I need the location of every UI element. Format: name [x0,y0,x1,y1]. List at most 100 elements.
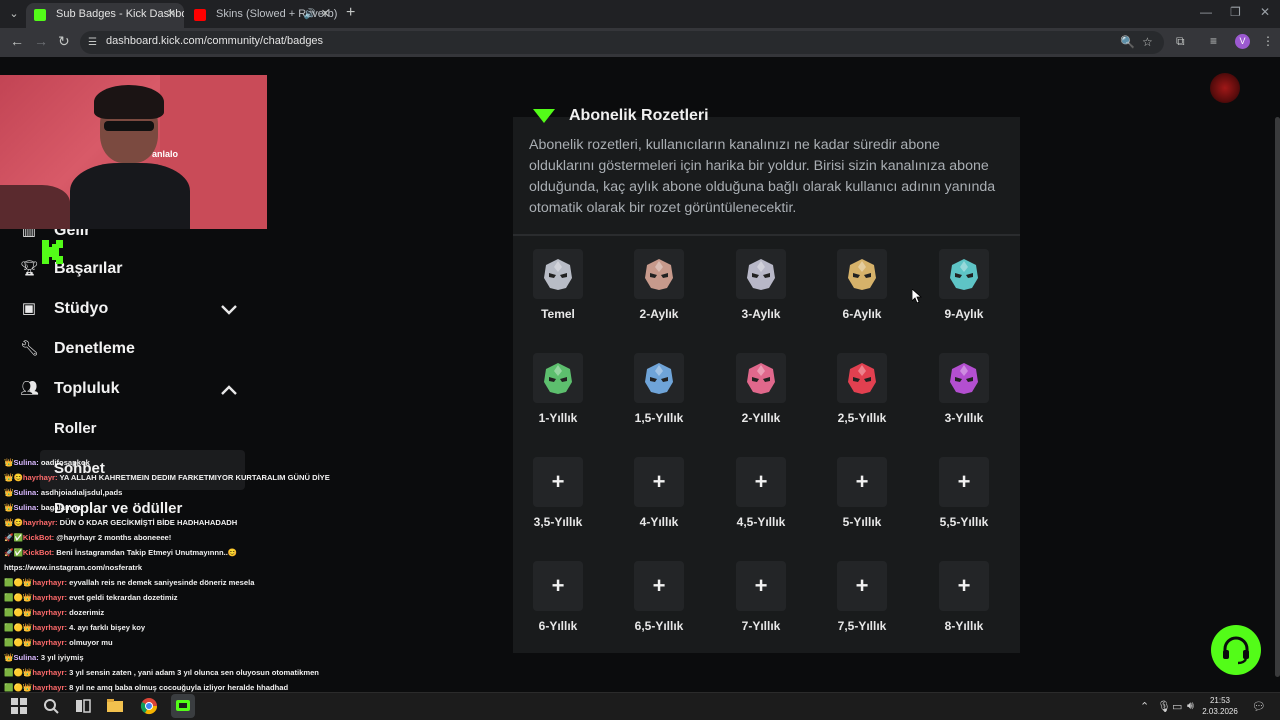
tab-search-icon[interactable]: ⌄ [4,5,24,23]
browser-menu-icon[interactable]: ⋮ [1262,34,1274,48]
minimize-icon[interactable]: — [1200,5,1212,19]
sidebar-item-topluluk[interactable]: 👥︎ Topluluk [20,377,119,401]
add-badge-button[interactable]: + [634,457,684,507]
badge-image[interactable] [634,249,684,299]
badge-slot[interactable]: +4,5-Yıllık [711,457,811,537]
taskbar-clock[interactable]: 21:53 2.03.2026 [1200,695,1240,717]
badge-image[interactable] [939,249,989,299]
page-scrollbar[interactable] [1275,117,1280,677]
add-badge-button[interactable]: + [939,561,989,611]
search-icon[interactable] [42,697,60,715]
badge-slot[interactable]: +8-Yıllık [914,561,1014,641]
badge-slot[interactable]: +7,5-Yıllık [812,561,912,641]
badge-image[interactable] [736,249,786,299]
notifications-icon[interactable]: 💬︎ [1252,700,1266,713]
badge-slot[interactable]: +4-Yıllık [609,457,709,537]
chat-username[interactable]: hayrhayr: [32,683,67,692]
badge-slot[interactable]: +6-Yıllık [508,561,608,641]
badge-slot[interactable]: 3-Aylık [711,249,811,329]
chat-username[interactable]: hayrhayr: [32,578,67,587]
chat-username[interactable]: hayrhayr: [32,668,67,677]
badge-slot[interactable]: 9-Aylık [914,249,1014,329]
badge-slot[interactable]: Temel [508,249,608,329]
badge-image[interactable] [736,353,786,403]
chat-username[interactable]: Sulina: [13,488,38,497]
badge-slot[interactable]: +7-Yıllık [711,561,811,641]
user-avatar[interactable] [1210,73,1240,103]
add-badge-button[interactable]: + [939,457,989,507]
add-badge-button[interactable]: + [837,561,887,611]
badge-slot[interactable]: +3,5-Yıllık [508,457,608,537]
add-badge-button[interactable]: + [736,457,786,507]
microphone-icon[interactable]: 🎙︎ [1157,700,1171,713]
chat-username[interactable]: Sulina: [13,503,38,512]
badge-slot[interactable]: 2,5-Yıllık [812,353,912,433]
network-icon[interactable]: ▭ [1172,700,1182,713]
forward-icon[interactable]: → [34,33,48,49]
badge-slot[interactable]: +5,5-Yıllık [914,457,1014,537]
badge-slot[interactable]: +5-Yıllık [812,457,912,537]
file-explorer-icon[interactable] [106,697,124,715]
badge-slot[interactable]: +6,5-Yıllık [609,561,709,641]
chevron-down-icon[interactable] [220,304,238,316]
support-chat-button[interactable] [1211,625,1261,675]
url-text[interactable]: dashboard.kick.com/community/chat/badges [106,35,323,47]
tray-chevron-icon[interactable]: ⌃ [1140,700,1149,713]
sidebar-item-denetleme[interactable]: 🔧︎ Denetleme [20,337,135,361]
badge-image[interactable] [837,353,887,403]
badge-image[interactable] [533,353,583,403]
new-tab-button[interactable]: + [346,4,355,22]
chat-username[interactable]: hayrhayr: [32,623,67,632]
badge-image[interactable] [533,249,583,299]
badge-slot[interactable]: 2-Aylık [609,249,709,329]
badge-image[interactable] [837,249,887,299]
address-bar[interactable]: ☰ dashboard.kick.com/community/chat/badg… [80,31,1164,54]
sidebar-item-studyo[interactable]: ▣ Stüdyo [20,297,108,321]
chat-message: 👑Sulina: oadjfosapkok [4,457,90,469]
reload-icon[interactable]: ↻ [58,33,70,50]
task-view-icon[interactable] [74,697,92,715]
badge-slot[interactable]: 2-Yıllık [711,353,811,433]
audio-playing-icon[interactable]: 🔊 [304,3,316,26]
back-icon[interactable]: ← [10,33,24,49]
badge-slot[interactable]: 1-Yıllık [508,353,608,433]
add-badge-button[interactable]: + [533,457,583,507]
chat-username[interactable]: hayrhayr: [23,473,58,482]
chrome-icon[interactable] [140,697,158,715]
chat-username[interactable]: KickBot: [23,548,54,557]
badge-slot[interactable]: 1,5-Yıllık [609,353,709,433]
tab-close-icon[interactable]: ✕ [167,3,176,26]
chat-username[interactable]: hayrhayr: [32,608,67,617]
chat-username[interactable]: hayrhayr: [32,593,67,602]
tab-sub-badges[interactable]: Sub Badges - Kick Dashboard ✕ [26,3,184,28]
chat-username[interactable]: hayrhayr: [23,518,58,527]
add-badge-button[interactable]: + [533,561,583,611]
windows-start-icon[interactable] [10,697,28,715]
media-controls-icon[interactable]: ≡ [1210,34,1217,48]
extensions-icon[interactable]: ⧉ [1176,34,1185,49]
chat-username[interactable]: Sulina: [13,458,38,467]
chat-username[interactable]: Sulina: [13,653,38,662]
sidebar-subitem-roller[interactable]: Roller [54,420,97,437]
add-badge-button[interactable]: + [634,561,684,611]
badge-slot[interactable]: 3-Yıllık [914,353,1014,433]
site-info-icon[interactable]: ☰ [88,37,100,48]
volume-icon[interactable]: 🔊︎ [1187,700,1194,713]
close-window-icon[interactable]: ✕ [1260,5,1270,19]
tab-close-icon[interactable]: ✕ [321,3,330,26]
profile-avatar[interactable]: V [1235,34,1250,49]
badge-slot[interactable]: 6-Aylık [812,249,912,329]
add-badge-button[interactable]: + [736,561,786,611]
zoom-icon[interactable]: 🔍 [1120,35,1135,49]
taskbar-active-app[interactable] [171,694,195,718]
tab-youtube[interactable]: Skins (Slowed + Reverb) - Y 🔊 ✕ [186,3,338,28]
bookmark-star-icon[interactable]: ☆ [1142,35,1153,49]
badge-image[interactable] [634,353,684,403]
sidebar-item-basarilar[interactable]: 🏆︎ Başarılar [20,257,123,281]
chat-username[interactable]: KickBot: [23,533,54,542]
badge-image[interactable] [939,353,989,403]
chevron-up-icon[interactable] [220,384,238,396]
chat-username[interactable]: hayrhayr: [32,638,67,647]
add-badge-button[interactable]: + [837,457,887,507]
restore-icon[interactable]: ❐ [1230,5,1241,19]
